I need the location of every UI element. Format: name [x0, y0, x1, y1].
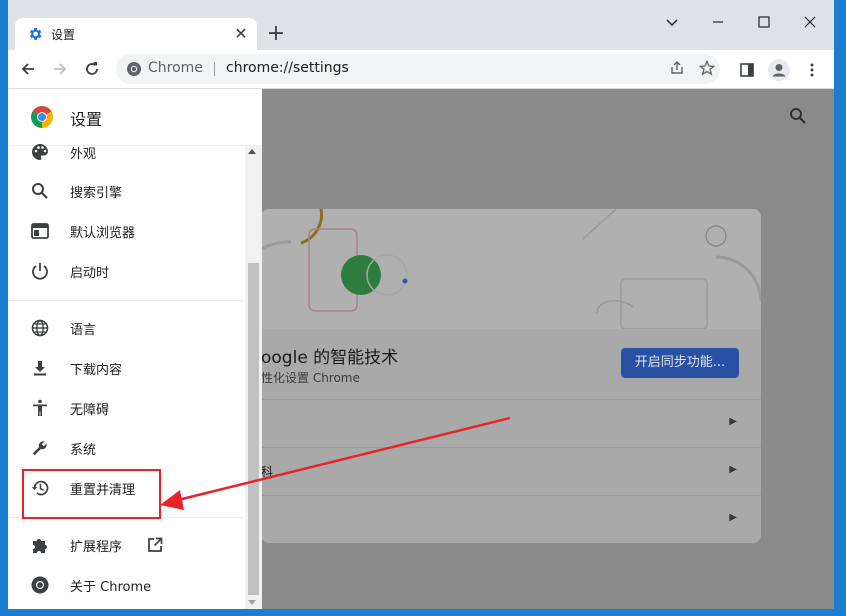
scroll-down-arrow[interactable] — [248, 600, 256, 605]
accessibility-icon — [33, 399, 47, 416]
chevron-right-icon: ▶ — [729, 512, 737, 523]
minimize-button[interactable] — [649, 6, 695, 38]
browser-icon — [31, 223, 49, 239]
card-row-2[interactable]: 科 ▶ — [261, 447, 761, 496]
menu-divider — [8, 517, 244, 518]
drawer-title: 设置 — [70, 110, 103, 129]
chevron-right-icon: ▶ — [729, 464, 737, 475]
power-icon — [32, 263, 48, 280]
minimize-icon — [713, 21, 723, 23]
close-window-button[interactable] — [787, 6, 833, 38]
omnibox-url[interactable]: chrome://settings — [226, 60, 349, 76]
menu-label: 无障碍 — [70, 403, 110, 418]
menu-item-default-browser[interactable]: 默认浏览器 — [8, 211, 244, 251]
globe-icon — [31, 319, 49, 337]
menu-label: 扩展程序 — [70, 540, 123, 555]
tab-settings[interactable]: 设置 ✕ — [15, 18, 257, 50]
scroll-up-arrow[interactable] — [248, 149, 256, 154]
omnibox-chip: Chrome — [148, 60, 203, 76]
tab-close-button[interactable]: ✕ — [231, 24, 251, 44]
chevron-right-icon: ▶ — [729, 416, 737, 427]
bookmark-star-icon[interactable] — [698, 59, 716, 78]
arrow-right-icon — [54, 63, 67, 75]
puzzle-icon — [33, 539, 47, 553]
menu-item-about-chrome[interactable]: 关于 Chrome — [8, 565, 244, 605]
sync-card-subtitle: 性化设置 Chrome — [261, 371, 360, 385]
menu-item-system[interactable]: 系统 — [8, 428, 244, 468]
side-panel-button[interactable] — [733, 55, 761, 83]
side-panel-icon — [740, 62, 754, 77]
menu-divider — [8, 300, 244, 301]
toolbar: Chrome chrome://settings — [8, 50, 834, 89]
card-row-1[interactable]: ▶ — [261, 399, 761, 448]
menu-label: 重置并清理 — [70, 483, 136, 498]
menu-label: 下载内容 — [70, 363, 123, 378]
menu-label: 搜索引擎 — [70, 186, 123, 201]
card-row-3[interactable]: ▶ — [261, 495, 761, 543]
menu-item-accessibility[interactable]: 无障碍 — [8, 388, 244, 428]
download-icon — [34, 361, 46, 376]
chrome-icon — [127, 62, 141, 76]
history-icon — [31, 480, 49, 496]
settings-drawer: 设置 外观 搜索引擎 默认浏览器 启动时 语言 下载内容 无障碍 系统 重置并清… — [8, 89, 262, 609]
settings-search-button[interactable] — [786, 104, 810, 128]
share-icon[interactable] — [668, 60, 686, 78]
menu-item-search-engine[interactable]: 搜索引擎 — [8, 171, 244, 211]
menu-item-reset-and-cleanup[interactable]: 重置并清理 — [8, 468, 244, 508]
share-glyph — [671, 61, 683, 74]
arrow-left-icon — [21, 63, 34, 75]
reload-button[interactable] — [78, 55, 106, 83]
menu-label: 系统 — [70, 443, 97, 458]
drawer-scrollbar[interactable] — [245, 145, 262, 609]
close-icon — [804, 16, 816, 28]
profile-button[interactable] — [765, 55, 793, 83]
chrome-logo-icon — [31, 106, 53, 128]
wrench-icon — [32, 441, 47, 456]
chevron-down-icon — [666, 19, 678, 26]
avatar-icon — [768, 58, 790, 81]
back-button[interactable] — [14, 55, 42, 83]
card-row-2-label: 科 — [261, 465, 274, 479]
star-glyph — [698, 59, 716, 76]
chrome-icon — [31, 576, 49, 594]
tab-title: 设置 — [51, 28, 76, 42]
gear-icon — [29, 28, 42, 40]
square-icon — [758, 16, 770, 28]
menu-label: 关于 Chrome — [70, 580, 152, 595]
menu-label: 启动时 — [70, 266, 110, 281]
omnibox-separator — [214, 62, 215, 76]
address-bar[interactable]: Chrome chrome://settings — [116, 54, 720, 84]
menu-item-on-startup[interactable]: 启动时 — [8, 251, 244, 291]
scroll-thumb[interactable] — [248, 263, 259, 595]
palette-icon — [32, 144, 48, 160]
forward-button[interactable] — [46, 55, 74, 83]
menu-item-languages[interactable]: 语言 — [8, 308, 244, 348]
menu-item-extensions[interactable]: 扩展程序 — [8, 525, 244, 565]
open-in-new-icon — [148, 537, 163, 552]
sync-button[interactable]: 开启同步功能... — [621, 348, 739, 378]
menu-label: 默认浏览器 — [70, 226, 136, 241]
menu-label: 语言 — [70, 323, 97, 338]
browser-window: 设置 ✕ + Chrome chrome://settings oogle 的智… — [8, 0, 834, 609]
new-tab-button[interactable]: + — [264, 22, 288, 46]
menu-item-appearance[interactable]: 外观 — [8, 132, 244, 172]
sync-card: oogle 的智能技术 性化设置 Chrome 开启同步功能... ▶ 科 ▶ … — [261, 209, 761, 543]
search-icon — [32, 183, 48, 199]
search-icon — [790, 108, 806, 124]
maximize-button[interactable] — [695, 6, 741, 38]
menu-label: 外观 — [70, 147, 97, 162]
sync-illustration — [261, 209, 761, 329]
sync-card-title: oogle 的智能技术 — [261, 348, 399, 368]
menu-button[interactable] — [798, 55, 826, 83]
tab-strip: 设置 ✕ + — [8, 0, 834, 50]
more-vert-icon — [810, 63, 814, 76]
restore-button[interactable] — [741, 6, 787, 38]
reload-icon — [86, 62, 98, 75]
menu-item-downloads[interactable]: 下载内容 — [8, 348, 244, 388]
